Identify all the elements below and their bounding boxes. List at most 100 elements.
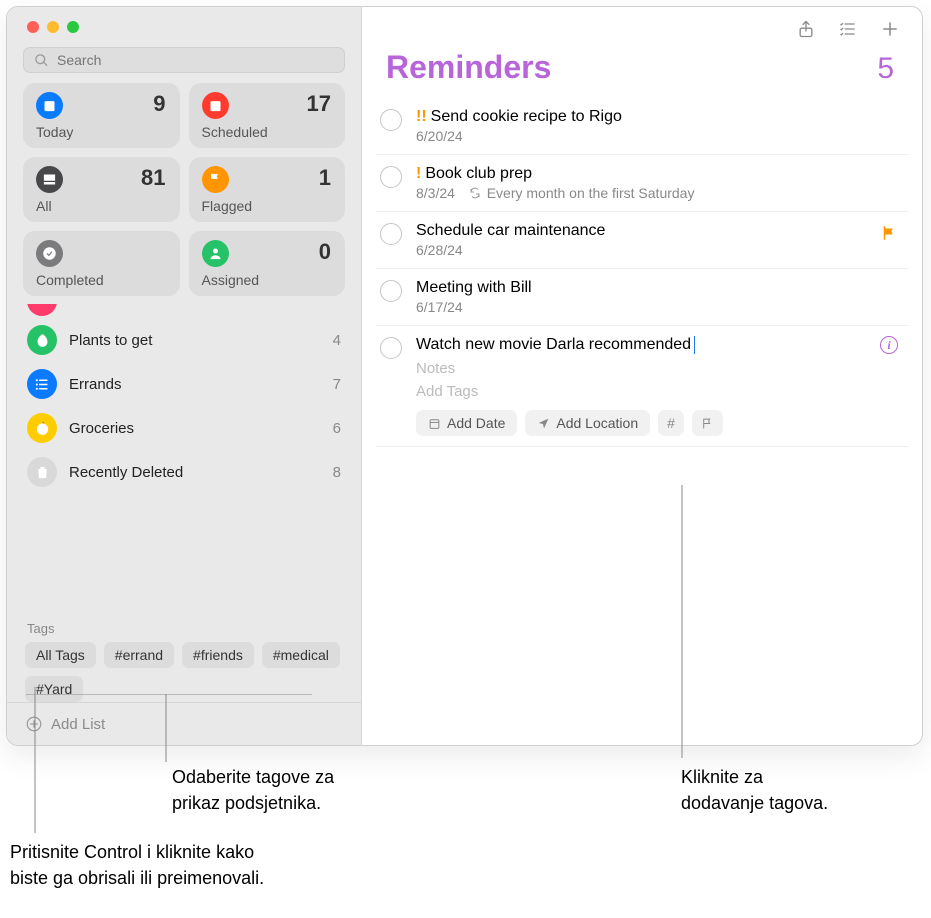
reminder-title[interactable]: Meeting with Bill xyxy=(416,279,898,297)
list-name: Errands xyxy=(69,376,333,393)
close-window-button[interactable] xyxy=(27,21,39,33)
notes-placeholder[interactable]: Notes xyxy=(416,360,880,377)
lead-line xyxy=(32,687,38,835)
add-location-button[interactable]: Add Location xyxy=(525,410,650,436)
smart-count: 1 xyxy=(319,165,331,191)
window-controls xyxy=(7,7,361,41)
app-window: 9 Today 17 Scheduled 81 All 1 Flagged Co… xyxy=(6,6,923,746)
fullscreen-window-button[interactable] xyxy=(67,21,79,33)
flag-icon xyxy=(202,166,229,193)
list-count: 5 xyxy=(877,52,894,86)
search-field[interactable] xyxy=(23,47,345,73)
complete-checkbox[interactable] xyxy=(380,109,402,131)
reminder-meta: 6/28/24 xyxy=(416,242,880,258)
reminder-meta: 6/20/24 xyxy=(416,128,898,144)
smart-list-flagged[interactable]: 1 Flagged xyxy=(189,157,346,222)
reminder-row[interactable]: Meeting with Bill 6/17/24 xyxy=(376,269,908,326)
add-flag-button[interactable] xyxy=(692,410,723,436)
reminders-rows: !! Send cookie recipe to Rigo 6/20/24! B… xyxy=(362,98,922,447)
list-item[interactable]: Plants to get 4 xyxy=(7,318,361,362)
complete-checkbox[interactable] xyxy=(380,223,402,245)
list-item[interactable]: Recently Deleted 8 xyxy=(7,450,361,494)
reminder-title[interactable]: Schedule car maintenance xyxy=(416,222,880,240)
sidebar: 9 Today 17 Scheduled 81 All 1 Flagged Co… xyxy=(7,7,362,745)
share-button[interactable] xyxy=(796,19,816,39)
smart-label: Scheduled xyxy=(202,124,268,140)
leaf-icon xyxy=(27,325,57,355)
reminder-row[interactable]: Schedule car maintenance 6/28/24 xyxy=(376,212,908,269)
complete-checkbox[interactable] xyxy=(380,337,402,359)
reminder-meta: 8/3/24 Every month on the first Saturday xyxy=(416,185,898,201)
main-panel: Reminders 5 !! Send cookie recipe to Rig… xyxy=(362,7,922,745)
smart-label: Today xyxy=(36,124,73,140)
smart-label: Flagged xyxy=(202,198,253,214)
list-item[interactable]: Groceries 6 xyxy=(7,406,361,450)
trash-icon xyxy=(27,457,57,487)
smart-list-assigned[interactable]: 0 Assigned xyxy=(189,231,346,296)
priority-indicator: ! xyxy=(416,165,421,183)
complete-checkbox[interactable] xyxy=(380,166,402,188)
add-date-button[interactable]: Add Date xyxy=(416,410,517,436)
reminder-title[interactable]: ! Book club prep xyxy=(416,165,898,183)
minimize-window-button[interactable] xyxy=(47,21,59,33)
search-input[interactable] xyxy=(57,52,334,68)
list-name: Plants to get xyxy=(69,332,333,349)
complete-checkbox[interactable] xyxy=(380,280,402,302)
lead-line xyxy=(679,485,685,760)
tray-icon xyxy=(36,166,63,193)
tag-chip[interactable]: #friends xyxy=(182,642,254,668)
new-reminder-button[interactable] xyxy=(880,19,900,39)
calendar-icon xyxy=(202,92,229,119)
smart-lists-grid: 9 Today 17 Scheduled 81 All 1 Flagged Co… xyxy=(7,83,361,296)
smart-label: Assigned xyxy=(202,272,260,288)
tag-chip[interactable]: #errand xyxy=(104,642,174,668)
reminder-meta: 6/17/24 xyxy=(416,299,898,315)
person-icon xyxy=(202,240,229,267)
hash-icon: # xyxy=(667,415,675,431)
list-title: Reminders xyxy=(386,49,551,86)
list-count: 6 xyxy=(333,420,341,437)
tags-placeholder[interactable]: Add Tags xyxy=(416,383,880,400)
add-tag-button[interactable]: # xyxy=(658,410,684,436)
quick-actions: Add Date Add Location # xyxy=(416,410,880,436)
smart-count: 9 xyxy=(153,91,165,117)
list-check-icon xyxy=(838,19,858,39)
list-icon xyxy=(27,369,57,399)
repeat-icon xyxy=(469,187,481,199)
list-name: Groceries xyxy=(69,420,333,437)
list-title-bar: Reminders 5 xyxy=(362,43,922,98)
lead-line xyxy=(26,694,316,764)
reminder-row[interactable]: Watch new movie Darla recommended Notes … xyxy=(376,326,908,447)
list-item-cropped[interactable] xyxy=(7,304,361,318)
smart-list-scheduled[interactable]: 17 Scheduled xyxy=(189,83,346,148)
reminder-row[interactable]: !! Send cookie recipe to Rigo 6/20/24 xyxy=(376,98,908,155)
smart-label: All xyxy=(36,198,52,214)
smart-count: 17 xyxy=(307,91,331,117)
info-button[interactable]: i xyxy=(880,336,898,354)
flag-icon xyxy=(701,417,714,430)
my-lists: Plants to get 4 Errands 7 Groceries 6 Re… xyxy=(7,304,361,609)
reminder-row[interactable]: ! Book club prep 8/3/24 Every month on t… xyxy=(376,155,908,212)
smart-list-all[interactable]: 81 All xyxy=(23,157,180,222)
smart-count: 81 xyxy=(141,165,165,191)
calendar-icon xyxy=(428,417,441,430)
flag-icon xyxy=(880,224,898,242)
search-icon xyxy=(34,53,49,68)
list-count: 4 xyxy=(333,332,341,349)
list-item[interactable]: Errands 7 xyxy=(7,362,361,406)
check-icon xyxy=(36,240,63,267)
callout-ctrl-click: Pritisnite Control i kliknite kako biste… xyxy=(10,839,264,891)
reminder-title-editing[interactable]: Watch new movie Darla recommended xyxy=(416,336,880,354)
callout-add-tags: Kliknite za dodavanje tagova. xyxy=(681,764,828,816)
tag-chip[interactable]: All Tags xyxy=(25,642,96,668)
calendar-icon xyxy=(36,92,63,119)
tag-chip[interactable]: #medical xyxy=(262,642,340,668)
list-count: 8 xyxy=(333,464,341,481)
priority-indicator: !! xyxy=(416,108,427,126)
smart-list-today[interactable]: 9 Today xyxy=(23,83,180,148)
location-arrow-icon xyxy=(537,417,550,430)
reminder-title[interactable]: !! Send cookie recipe to Rigo xyxy=(416,108,898,126)
view-options-button[interactable] xyxy=(838,19,858,39)
smart-count: 0 xyxy=(319,239,331,265)
smart-list-completed[interactable]: Completed xyxy=(23,231,180,296)
